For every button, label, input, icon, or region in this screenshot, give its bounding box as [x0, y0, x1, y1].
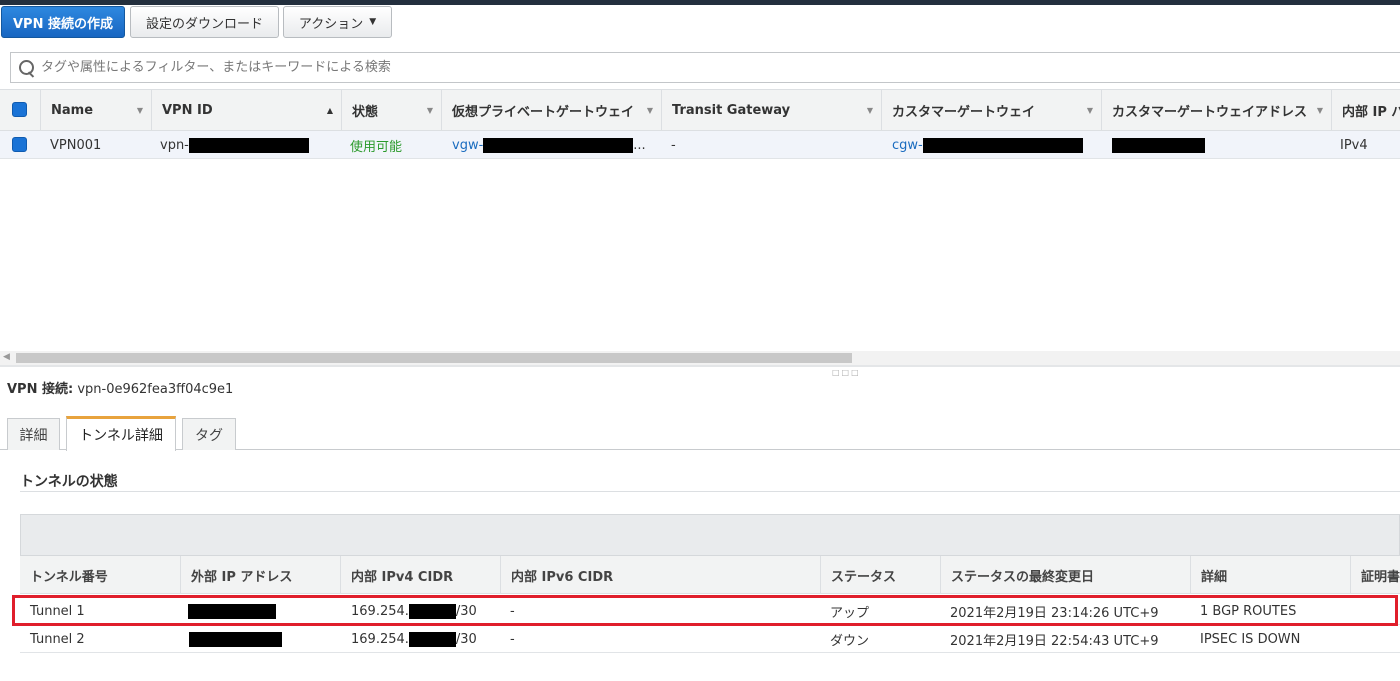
inside-ipv6-cidr: - [510, 631, 515, 647]
search-input[interactable] [39, 59, 939, 76]
chevron-down-icon: ▼ [369, 17, 377, 27]
column-header-status[interactable]: ステータス [820, 556, 940, 594]
tab-tags[interactable]: タグ [182, 418, 236, 450]
divider [20, 491, 1400, 492]
status-badge: ダウン [830, 633, 870, 649]
row-checkbox[interactable] [12, 137, 27, 152]
sort-down-icon: ▼ [866, 105, 873, 115]
top-bar [0, 0, 1400, 5]
section-title: トンネルの状態 [20, 474, 118, 490]
column-label: Name [51, 102, 94, 118]
column-label: 状態 [352, 104, 379, 120]
column-header-vpn-id[interactable]: VPN ID ▲ [151, 90, 341, 130]
column-header-transit-gateway[interactable]: Transit Gateway ▼ [661, 90, 881, 130]
redacted-block [189, 631, 282, 647]
inside-ipv4-cidr: 169.254. /30 [351, 625, 477, 653]
resize-grip-icon[interactable]: □□□ [832, 368, 861, 377]
vgw-prefix: vgw- [452, 137, 484, 153]
redacted-block [922, 137, 1083, 153]
state-value: 使用可能 [350, 139, 403, 155]
column-header-status-last-changed[interactable]: ステータスの最終変更日 [940, 556, 1190, 594]
sort-up-icon: ▲ [326, 105, 333, 115]
vpn-id-prefix: vpn- [160, 137, 189, 153]
create-vpn-connection-button[interactable]: VPN 接続の作成 [1, 6, 125, 38]
detail-header: VPN 接続: vpn-0e962fea3ff04c9e1 [7, 378, 233, 397]
redacted-block [483, 137, 634, 153]
column-header-certificate[interactable]: 証明書 [1350, 556, 1400, 594]
sort-down-icon: ▼ [1086, 105, 1093, 115]
column-header-inner-ip[interactable]: 内部 IP バ [1331, 90, 1400, 130]
detail-tabs: 詳細 トンネル詳細 タグ [0, 416, 1400, 451]
search-icon [17, 58, 37, 78]
cgw-prefix: cgw- [892, 137, 923, 153]
redacted-block [188, 137, 309, 153]
sort-down-icon: ▼ [646, 105, 653, 115]
column-label: 仮想プライベートゲートウェイ [452, 104, 635, 120]
horizontal-scrollbar[interactable]: ◀ [0, 351, 1400, 365]
column-header-customer-gateway[interactable]: カスタマーゲートウェイ ▼ [881, 90, 1101, 130]
scrollbar-thumb[interactable] [16, 353, 852, 363]
actions-label: アクション [298, 16, 364, 32]
column-header-inside-ipv6-cidr[interactable]: 内部 IPv6 CIDR [500, 556, 820, 594]
tunnel-table-header: トンネル番号 外部 IP アドレス 内部 IPv4 CIDR 内部 IPv6 C… [20, 556, 1400, 594]
cgw-link[interactable]: cgw- [892, 131, 1083, 159]
table-row[interactable]: VPN001 vpn- 使用可能 vgw- ... - cgw- IPv4 [0, 131, 1400, 159]
vpn-name: VPN001 [50, 137, 102, 153]
sort-down-icon: ▼ [426, 105, 433, 115]
vpn-table-header: Name ▼ VPN ID ▲ 状態 ▼ 仮想プライベートゲートウェイ ▼ Tr… [0, 89, 1400, 131]
status-last-changed: 2021年2月19日 22:54:43 UTC+9 [950, 633, 1159, 649]
cidr-suffix: /30 [455, 631, 477, 647]
inner-ip-value: IPv4 [1340, 137, 1368, 153]
truncation-ellipsis: ... [633, 137, 646, 153]
detail-label: VPN 接続: [7, 382, 74, 397]
column-label: カスタマーゲートウェイ [892, 104, 1036, 120]
scroll-left-icon[interactable]: ◀ [3, 352, 10, 362]
column-header-customer-gateway-address[interactable]: カスタマーゲートウェイアドレス ▼ [1101, 90, 1331, 130]
column-header-name[interactable]: Name ▼ [40, 90, 151, 130]
highlight-box [12, 595, 1398, 626]
cidr-prefix: 169.254. [351, 631, 409, 647]
column-header-inside-ipv4-cidr[interactable]: 内部 IPv4 CIDR [340, 556, 500, 594]
panel-splitter[interactable] [0, 365, 1400, 367]
column-header-tunnel-number[interactable]: トンネル番号 [20, 556, 180, 594]
table-row[interactable]: Tunnel 2 169.254. /30 - ダウン 2021年2月19日 2… [20, 625, 1400, 653]
tab-tunnel-details[interactable]: トンネル詳細 [66, 416, 176, 451]
cgw-address-cell [1112, 131, 1205, 159]
sort-down-icon: ▼ [1316, 105, 1323, 115]
tunnel-details: IPSEC IS DOWN [1200, 631, 1301, 647]
column-header-details[interactable]: 詳細 [1190, 556, 1350, 594]
column-label: 内部 IP バ [1342, 104, 1400, 120]
column-header-state[interactable]: 状態 ▼ [341, 90, 441, 130]
redacted-block [408, 631, 456, 647]
tunnel-table-toolbar [20, 514, 1400, 556]
column-header-virtual-private-gateway[interactable]: 仮想プライベートゲートウェイ ▼ [441, 90, 661, 130]
tab-details[interactable]: 詳細 [7, 418, 60, 450]
select-all-cell[interactable] [0, 90, 40, 130]
detail-vpn-id: vpn-0e962fea3ff04c9e1 [77, 382, 234, 397]
column-label: カスタマーゲートウェイアドレス [1112, 104, 1308, 120]
column-label: Transit Gateway [672, 102, 791, 118]
actions-dropdown-button[interactable]: アクション ▼ [283, 6, 392, 38]
vgw-link[interactable]: vgw- ... [452, 131, 646, 159]
sort-down-icon: ▼ [136, 105, 143, 115]
column-header-outside-ip[interactable]: 外部 IP アドレス [180, 556, 340, 594]
search-bar[interactable] [10, 52, 1400, 83]
transit-gateway-value: - [671, 137, 676, 153]
tunnel-number: Tunnel 2 [30, 631, 85, 647]
redacted-block [1112, 137, 1205, 153]
download-configuration-button[interactable]: 設定のダウンロード [130, 6, 279, 38]
select-all-checkbox[interactable] [12, 102, 27, 117]
column-label: VPN ID [162, 102, 213, 118]
vpn-id-cell: vpn- [160, 131, 309, 159]
outside-ip-cell [189, 625, 282, 653]
